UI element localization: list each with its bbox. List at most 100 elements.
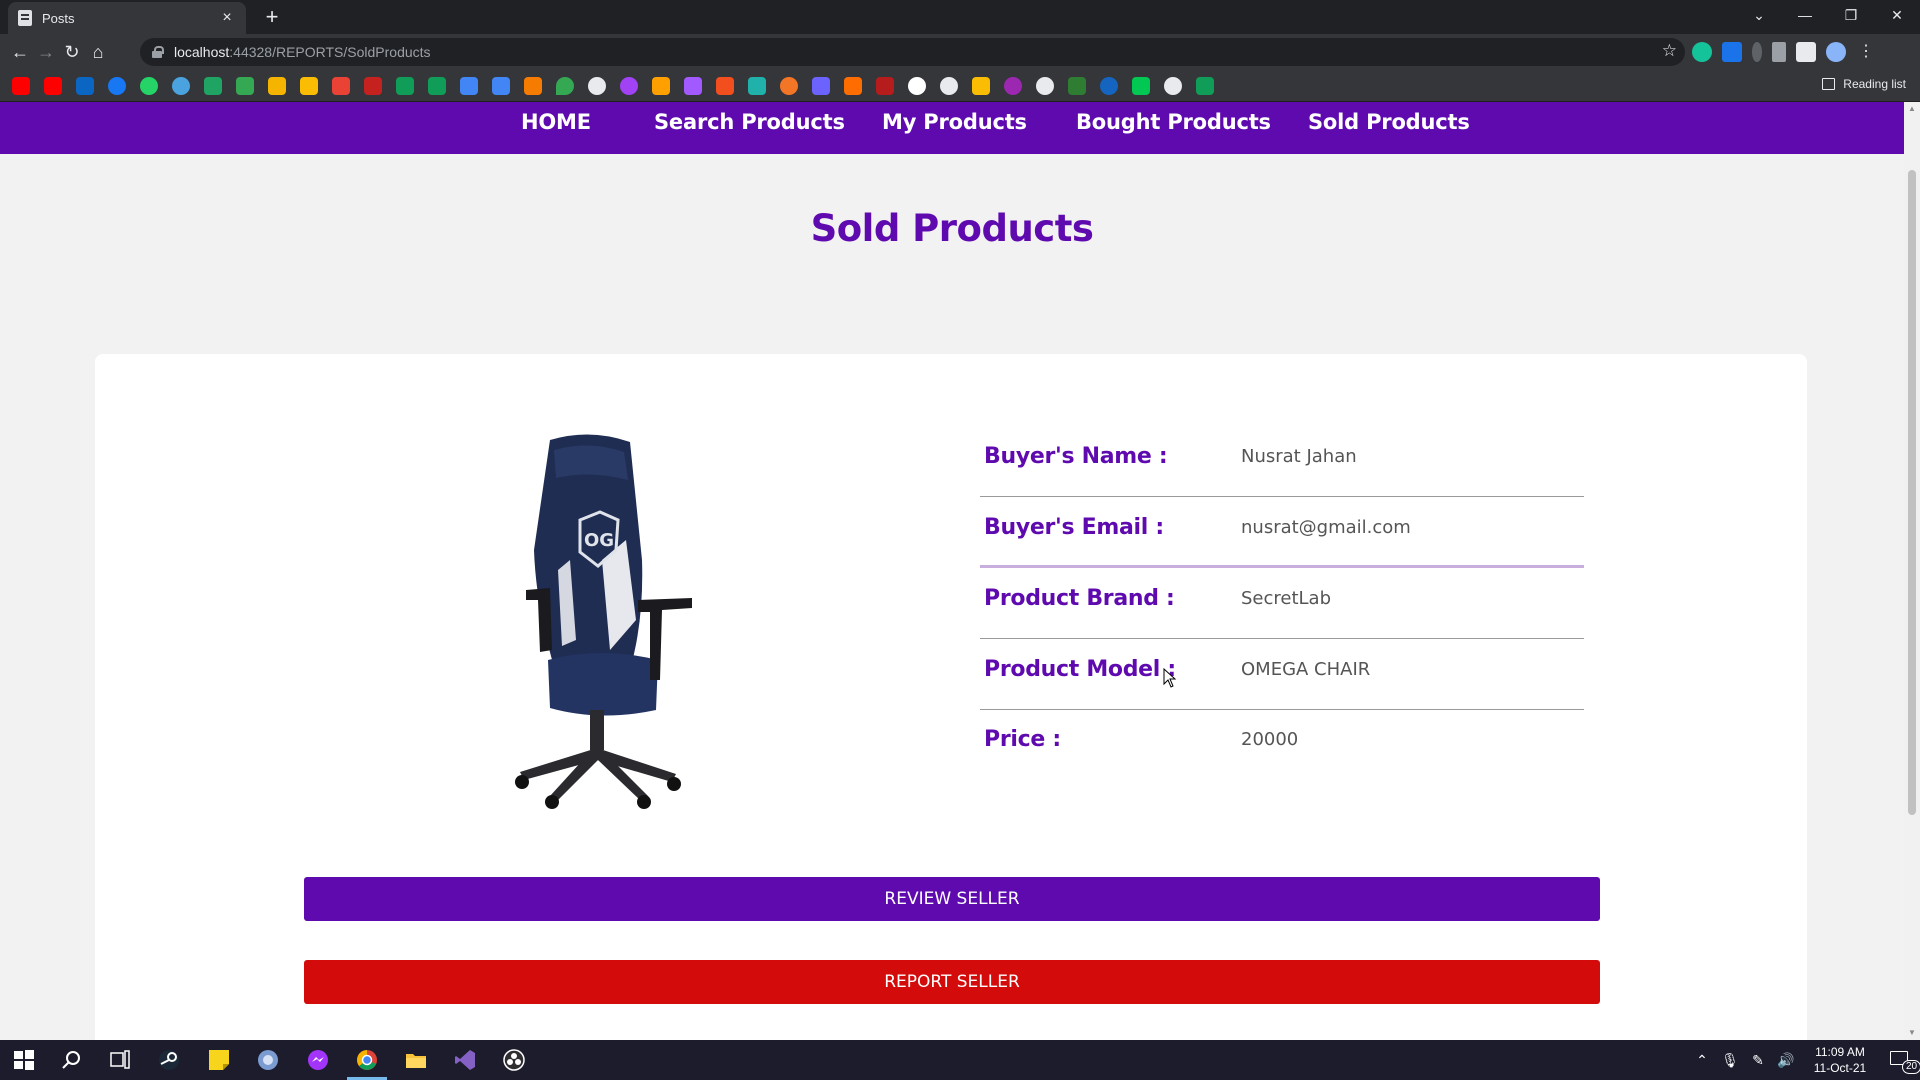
system-clock[interactable]: 11:09 AM 11-Oct-21 xyxy=(1800,1044,1880,1076)
bookmark-icon[interactable] xyxy=(748,77,766,95)
google-sheets-icon[interactable] xyxy=(1196,77,1214,95)
bookmark-icon[interactable] xyxy=(1100,77,1118,95)
app-icon[interactable] xyxy=(256,1048,280,1072)
scroll-down-icon[interactable]: ▼ xyxy=(1904,1026,1920,1040)
report-seller-button[interactable]: REPORT SELLER xyxy=(304,960,1600,1004)
google-docs-icon[interactable] xyxy=(460,77,478,95)
site-navbar: HOME Search Products My Products Bought … xyxy=(0,102,1904,154)
page-scrollbar[interactable]: ▲ ▼ xyxy=(1904,102,1920,1040)
figma-icon[interactable] xyxy=(716,77,734,95)
youtube-icon[interactable] xyxy=(44,77,62,95)
browser-tab[interactable]: Posts × xyxy=(8,2,246,34)
menu-icon[interactable]: ⋮ xyxy=(1856,42,1876,62)
tab-search-icon[interactable]: ⌄ xyxy=(1736,0,1782,30)
scroll-up-icon[interactable]: ▲ xyxy=(1904,102,1920,116)
restore-icon[interactable]: ❐ xyxy=(1828,0,1874,30)
chart-icon[interactable] xyxy=(972,77,990,95)
google-drive-icon[interactable] xyxy=(204,77,222,95)
bookmark-icon[interactable] xyxy=(620,77,638,95)
bookmark-icon[interactable] xyxy=(1068,77,1086,95)
clock-time: 11:09 AM xyxy=(1815,1045,1865,1059)
google-sheets-icon[interactable] xyxy=(396,77,414,95)
profile-avatar[interactable] xyxy=(1826,42,1846,62)
bookmark-star-icon[interactable]: ☆ xyxy=(1662,41,1677,61)
clock-date: 11-Oct-21 xyxy=(1813,1061,1867,1075)
facebook-icon[interactable] xyxy=(108,77,126,95)
bookmark-icon[interactable] xyxy=(812,77,830,95)
whatsapp-icon[interactable] xyxy=(140,77,158,95)
google-sheets-icon[interactable] xyxy=(428,77,446,95)
lock-icon xyxy=(152,46,164,58)
reload-icon[interactable]: ↻ xyxy=(60,40,84,64)
scrollbar-thumb[interactable] xyxy=(1908,170,1916,815)
firebase-icon[interactable] xyxy=(652,77,670,95)
reading-list-label: Reading list xyxy=(1843,77,1906,91)
close-icon[interactable]: × xyxy=(218,9,236,27)
window-close-icon[interactable]: ✕ xyxy=(1874,0,1920,30)
messenger-icon[interactable] xyxy=(306,1048,330,1072)
linkedin-icon[interactable] xyxy=(76,77,94,95)
back-icon[interactable]: ← xyxy=(8,40,32,64)
minimize-icon[interactable]: — xyxy=(1782,0,1828,30)
plus-icon[interactable]: + xyxy=(258,4,286,30)
url-host: localhost xyxy=(174,44,230,60)
nav-sold-products[interactable]: Sold Products xyxy=(1308,110,1470,134)
product-brand-value: SecretLab xyxy=(1241,588,1332,609)
chevron-up-icon[interactable]: ⌃ xyxy=(1688,1052,1716,1069)
bookmark-icon[interactable] xyxy=(940,77,958,95)
figma-icon[interactable] xyxy=(684,77,702,95)
google-slides-icon[interactable] xyxy=(268,77,286,95)
home-icon[interactable]: ⌂ xyxy=(86,40,110,64)
extension-icon[interactable] xyxy=(1722,42,1742,62)
task-view-icon[interactable] xyxy=(108,1048,132,1072)
gmail-icon[interactable] xyxy=(364,77,382,95)
visual-studio-icon[interactable] xyxy=(453,1048,477,1072)
jupyter-icon[interactable] xyxy=(780,77,798,95)
github-icon[interactable] xyxy=(1164,77,1182,95)
forward-icon[interactable]: → xyxy=(34,40,58,64)
google-docs-icon[interactable] xyxy=(492,77,510,95)
youtube-icon[interactable] xyxy=(12,77,30,95)
bookmark-icon[interactable] xyxy=(524,77,542,95)
extension-icon[interactable] xyxy=(1772,42,1786,62)
bookmark-icon[interactable] xyxy=(876,77,894,95)
google-maps-icon[interactable] xyxy=(556,77,574,95)
windows-taskbar: ⌃ 🎙 ✎ 🔊 11:09 AM 11-Oct-21 20 xyxy=(0,1040,1920,1080)
windows-start-icon[interactable] xyxy=(12,1048,36,1072)
pen-icon[interactable]: ✎ xyxy=(1744,1052,1772,1069)
microphone-icon[interactable]: 🎙 xyxy=(1716,1052,1744,1069)
github-icon[interactable] xyxy=(588,77,606,95)
bookmark-icon[interactable] xyxy=(1036,77,1054,95)
price-value: 20000 xyxy=(1241,729,1299,750)
bookmark-icon[interactable] xyxy=(908,77,926,95)
buyer-email-label: Buyer's Email : xyxy=(984,515,1164,540)
steam-icon[interactable] xyxy=(157,1048,181,1072)
google-slides-icon[interactable] xyxy=(300,77,318,95)
bookmark-icon[interactable] xyxy=(172,77,190,95)
reading-list-button[interactable]: Reading list xyxy=(1822,77,1906,91)
nav-my-products[interactable]: My Products xyxy=(882,110,1027,134)
volume-icon[interactable]: 🔊 xyxy=(1772,1052,1800,1069)
address-bar[interactable]: localhost:44328/REPORTS/SoldProducts ☆ xyxy=(140,38,1685,66)
nav-bought-products[interactable]: Bought Products xyxy=(1076,110,1271,134)
nav-home[interactable]: HOME xyxy=(521,110,591,134)
search-icon[interactable] xyxy=(60,1048,84,1072)
chrome-icon[interactable] xyxy=(355,1048,379,1072)
vue-icon[interactable] xyxy=(1132,77,1150,95)
action-center-button[interactable]: 20 xyxy=(1880,1040,1920,1080)
browser-tab-bar: Posts × + ⌄ — ❐ ✕ xyxy=(0,0,1920,34)
puzzle-icon[interactable] xyxy=(1796,42,1816,62)
obs-icon[interactable] xyxy=(502,1048,526,1072)
extension-icon[interactable] xyxy=(1752,42,1762,62)
nav-search-products[interactable]: Search Products xyxy=(654,110,845,134)
file-explorer-icon[interactable] xyxy=(404,1048,428,1072)
bookmark-list xyxy=(12,77,1214,95)
sticky-notes-icon[interactable] xyxy=(207,1048,231,1072)
google-drive-icon[interactable] xyxy=(236,77,254,95)
gmail-icon[interactable] xyxy=(332,77,350,95)
grammarly-extension-icon[interactable] xyxy=(1692,42,1712,62)
review-seller-button[interactable]: REVIEW SELLER xyxy=(304,877,1600,921)
bookmark-icon[interactable] xyxy=(1004,77,1022,95)
bookmark-icon[interactable] xyxy=(844,77,862,95)
tab-title: Posts xyxy=(42,10,75,26)
